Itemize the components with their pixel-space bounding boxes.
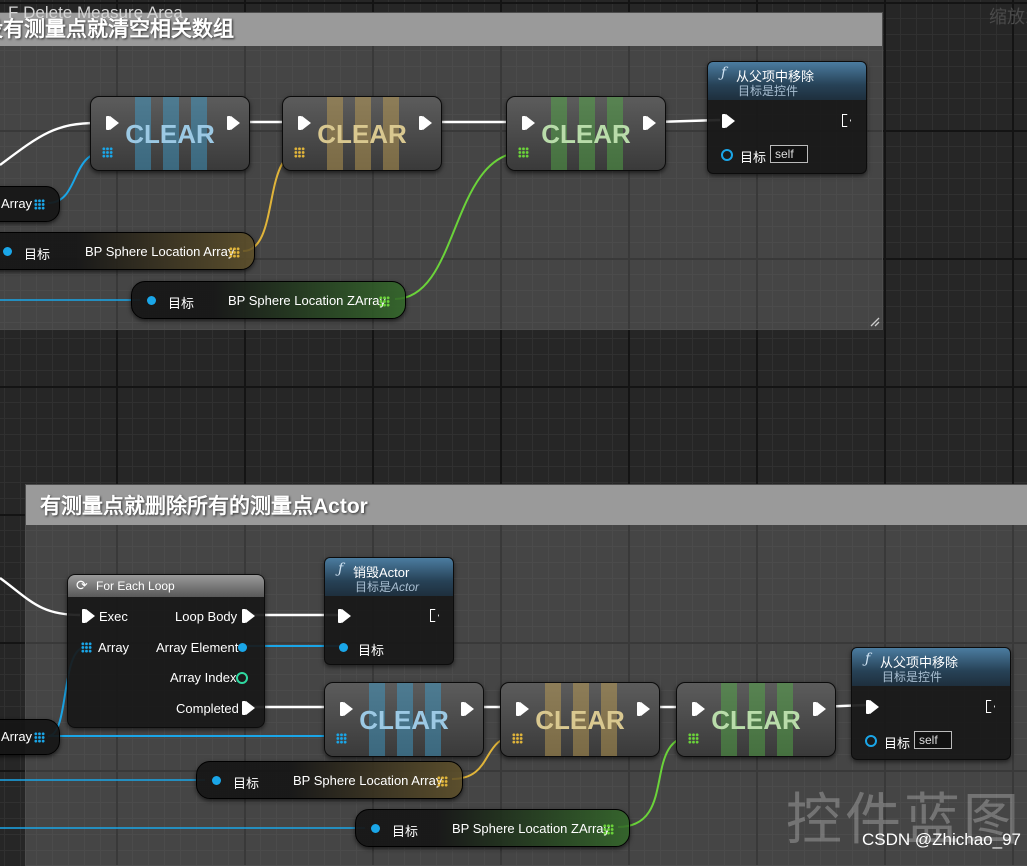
self-field[interactable]: self — [914, 731, 952, 749]
exec-out-pin[interactable] — [637, 702, 650, 716]
array-index-label: Array Index — [170, 670, 237, 685]
array-pin[interactable] — [512, 733, 523, 744]
zoom-label: 缩放1 — [988, 7, 1027, 27]
node-subtitle: 目标是控件 — [738, 84, 799, 98]
sphere-location-zarray-getter[interactable]: 目标 BP Sphere Location ZArray — [355, 809, 630, 847]
exec-label: Exec — [99, 609, 128, 624]
clear-node-6[interactable]: CLEAR — [676, 682, 836, 757]
target-pin[interactable] — [3, 247, 12, 256]
exec-in-pin[interactable] — [340, 702, 353, 716]
exec-in-pin[interactable] — [522, 116, 535, 130]
node-title: For Each Loop — [96, 579, 175, 593]
array-out-pin[interactable] — [379, 296, 390, 307]
exec-in-pin[interactable] — [722, 114, 735, 128]
array-element-label: Array Element — [156, 640, 239, 655]
exec-out-pin[interactable] — [227, 116, 240, 130]
target-pin[interactable] — [339, 643, 348, 652]
node-subtitle: 目标是控件 — [882, 670, 943, 684]
array-out-pin[interactable] — [229, 247, 240, 258]
completed-pin[interactable] — [242, 701, 255, 715]
remove-from-parent-node[interactable]: ƒ 从父项中移除 目标是控件 目标 self — [851, 647, 1011, 760]
target-label: 目标 — [358, 643, 385, 658]
target-pin[interactable] — [371, 824, 380, 833]
exec-in-pin[interactable] — [866, 700, 879, 714]
function-icon: ƒ — [721, 65, 727, 81]
sphere-location-array-getter[interactable]: 目标 BP Sphere Location Array — [0, 232, 255, 270]
exec-out-pin[interactable] — [461, 702, 474, 716]
node-subtitle: 目标是Actor — [355, 580, 420, 594]
clear-node-3[interactable]: CLEAR — [506, 96, 666, 171]
array-label: Array — [1, 196, 33, 211]
clear-node-2[interactable]: CLEAR — [282, 96, 442, 171]
variable-name: BP Sphere Location ZArray — [228, 293, 387, 308]
exec-in-pin[interactable] — [338, 609, 351, 623]
completed-label: Completed — [176, 701, 239, 716]
exec-in-pin[interactable] — [82, 609, 95, 623]
for-each-loop-node[interactable]: ⟳ For Each Loop Exec Loop Body Array Arr… — [67, 574, 265, 728]
exec-in-pin[interactable] — [106, 116, 119, 130]
target-label: 目标 — [168, 296, 195, 311]
exec-out-pin[interactable] — [842, 114, 851, 127]
exec-in-pin[interactable] — [516, 702, 529, 716]
sphere-location-array-getter[interactable]: 目标 BP Sphere Location Array — [196, 761, 463, 799]
loop-body-pin[interactable] — [242, 609, 255, 623]
graph-title: F Delete Measure Area — [8, 3, 183, 22]
array-pin[interactable] — [336, 733, 347, 744]
exec-in-pin[interactable] — [298, 116, 311, 130]
comment-title[interactable]: 有测量点就删除所有的测量点Actor — [26, 485, 1027, 525]
csdn-label: CSDN @Zhichao_97 — [862, 830, 1021, 849]
array-pin[interactable] — [688, 733, 699, 744]
resize-handle-icon[interactable] — [868, 315, 880, 327]
array-out-pin[interactable] — [34, 199, 45, 210]
array-label: Array — [98, 640, 130, 655]
array-variable-getter[interactable]: Array — [0, 719, 60, 755]
remove-from-parent-node[interactable]: ƒ 从父项中移除 目标是控件 目标 self — [707, 61, 867, 174]
array-out-pin[interactable] — [603, 824, 614, 835]
clear-node-5[interactable]: CLEAR — [500, 682, 660, 757]
array-pin[interactable] — [294, 147, 305, 158]
exec-out-pin[interactable] — [813, 702, 826, 716]
target-pin[interactable] — [212, 776, 221, 785]
variable-name: BP Sphere Location ZArray — [452, 821, 611, 836]
array-pin[interactable] — [102, 147, 113, 158]
target-pin[interactable] — [865, 735, 877, 747]
node-header: ƒ 从父项中移除 目标是控件 — [852, 648, 1010, 686]
target-label: 目标 — [884, 736, 911, 751]
node-header: ƒ 从父项中移除 目标是控件 — [708, 62, 866, 100]
clear-node-1[interactable]: CLEAR — [90, 96, 250, 171]
target-label: 目标 — [233, 776, 260, 791]
array-in-pin[interactable] — [81, 642, 92, 653]
loop-body-label: Loop Body — [175, 609, 238, 624]
target-label: 目标 — [24, 247, 51, 262]
node-header: ƒ 销毁Actor 目标是Actor — [325, 558, 453, 596]
destroy-actor-node[interactable]: ƒ 销毁Actor 目标是Actor 目标 — [324, 557, 454, 665]
array-out-pin[interactable] — [437, 776, 448, 787]
target-pin[interactable] — [147, 296, 156, 305]
exec-out-pin[interactable] — [643, 116, 656, 130]
sphere-location-zarray-getter[interactable]: 目标 BP Sphere Location ZArray — [131, 281, 406, 319]
node-header: ⟳ For Each Loop — [68, 575, 264, 597]
array-label: Array — [1, 729, 33, 744]
target-label: 目标 — [740, 150, 767, 165]
variable-name: BP Sphere Location Array — [85, 244, 235, 259]
variable-name: BP Sphere Location Array — [293, 773, 443, 788]
target-pin[interactable] — [721, 149, 733, 161]
self-field[interactable]: self — [770, 145, 808, 163]
array-out-pin[interactable] — [34, 732, 45, 743]
exec-in-pin[interactable] — [692, 702, 705, 716]
array-element-pin[interactable] — [238, 643, 247, 652]
function-icon: ƒ — [865, 651, 871, 667]
target-label: 目标 — [392, 824, 419, 839]
exec-out-pin[interactable] — [430, 609, 439, 622]
array-index-pin[interactable] — [236, 672, 248, 684]
loop-icon: ⟳ — [76, 577, 88, 593]
exec-out-pin[interactable] — [419, 116, 432, 130]
function-icon: ƒ — [338, 561, 344, 577]
exec-out-pin[interactable] — [986, 700, 995, 713]
array-variable-getter[interactable]: Array — [0, 186, 60, 222]
array-pin[interactable] — [518, 147, 529, 158]
clear-node-4[interactable]: CLEAR — [324, 682, 484, 757]
